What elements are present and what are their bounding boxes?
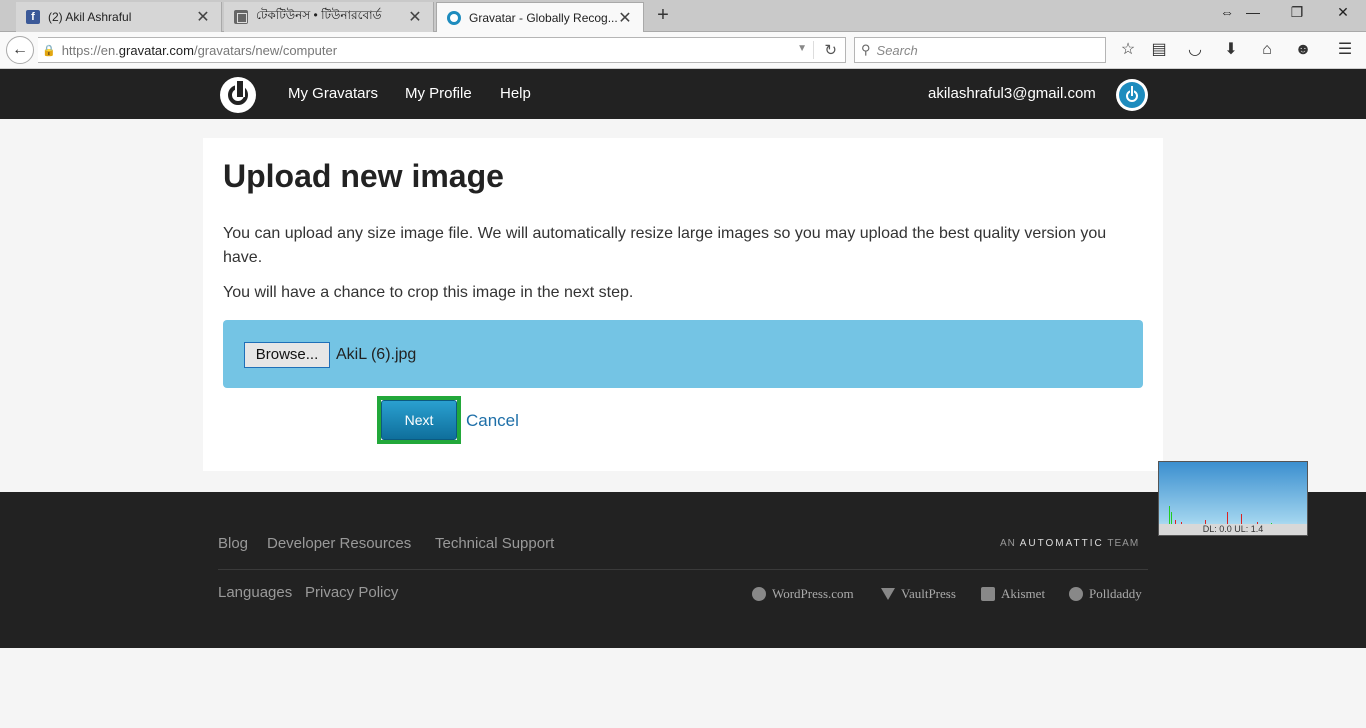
close-icon[interactable]: ✕ xyxy=(407,7,423,27)
new-tab-icon[interactable]: + xyxy=(652,4,674,27)
selected-filename: AkiL (6).jpg xyxy=(336,346,417,363)
menu-icon[interactable]: ☰ xyxy=(1334,39,1356,61)
nav-help[interactable]: Help xyxy=(500,85,531,102)
chevron-down-icon[interactable]: ▼ xyxy=(797,43,807,54)
download-icon[interactable]: ⬇ xyxy=(1220,39,1242,61)
nav-my-gravatars[interactable]: My Gravatars xyxy=(288,85,378,102)
tab-techtunes[interactable]: টেকটিউনস • টিউনারবোর্ড ✕ xyxy=(224,2,434,32)
file-upload-box: Browse... AkiL (6).jpg xyxy=(223,320,1143,388)
url-path: /gravatars/new/computer xyxy=(193,42,338,58)
close-icon[interactable]: ✕ xyxy=(617,8,633,28)
minimize-icon[interactable]: — xyxy=(1240,4,1266,20)
reload-icon[interactable]: ↻ xyxy=(813,41,837,59)
pocket-icon[interactable]: ◡ xyxy=(1184,39,1206,61)
tab-title: টেকটিউনস • টিউনারবোর্ড xyxy=(256,8,382,22)
maximize-icon[interactable]: ❐ xyxy=(1284,4,1310,21)
brand-label: WordPress.com xyxy=(772,586,854,601)
footer-link-technical-support[interactable]: Technical Support xyxy=(435,535,554,552)
crop-note: You will have a chance to crop this imag… xyxy=(223,284,634,301)
browse-button[interactable]: Browse... xyxy=(244,342,330,368)
home-icon[interactable]: ⌂ xyxy=(1256,39,1278,61)
bookmark-star-icon[interactable]: ☆ xyxy=(1117,39,1139,61)
search-input[interactable]: ⚲ Search xyxy=(854,37,1106,63)
tab-title: Gravatar - Globally Recog... xyxy=(469,11,617,25)
avatar[interactable] xyxy=(1116,79,1148,111)
nav-my-profile[interactable]: My Profile xyxy=(405,85,472,102)
brand-label: VaultPress xyxy=(901,586,956,601)
reading-list-icon[interactable]: ▤ xyxy=(1148,39,1170,61)
brand-vaultpress[interactable]: VaultPress xyxy=(881,586,956,602)
brand-label: Akismet xyxy=(1001,586,1046,601)
search-icon: ⚲ xyxy=(861,42,871,57)
url-domain: gravatar.com xyxy=(118,42,194,58)
browser-toolbar: ← 🔒 https://en. gravatar.com/gravatars/ne… xyxy=(0,32,1366,69)
search-placeholder: Search xyxy=(876,42,918,58)
resize-icon[interactable]: ⇔ xyxy=(1214,4,1240,20)
smiley-icon[interactable]: ☻ xyxy=(1292,39,1314,61)
brand-wordpress[interactable]: WordPress.com xyxy=(752,586,854,602)
upload-card: Upload new image You can upload any size… xyxy=(203,138,1163,471)
site-header: My Gravatars My Profile Help akilashrafu… xyxy=(0,69,1366,119)
footer-link-privacy-policy[interactable]: Privacy Policy xyxy=(305,584,398,601)
window-close-icon[interactable]: ✕ xyxy=(1330,4,1356,21)
techtunes-icon xyxy=(234,10,248,24)
automattic-logo[interactable]: AN AUTOMATTIC TEAM xyxy=(1000,538,1139,549)
wordpress-icon xyxy=(752,587,766,601)
avatar-icon xyxy=(1119,82,1145,108)
back-arrow-icon[interactable]: ← xyxy=(6,36,34,64)
brand-label: Polldaddy xyxy=(1089,586,1142,601)
gravatar-logo-icon[interactable] xyxy=(220,77,256,113)
polldaddy-icon xyxy=(1069,587,1083,601)
upload-description: You can upload any size image file. We w… xyxy=(223,225,1107,266)
automattic-name: AUTOMATTIC xyxy=(1019,538,1104,549)
tab-title: (2) Akil Ashraful xyxy=(48,10,132,24)
brand-akismet[interactable]: Akismet xyxy=(981,586,1045,602)
cancel-link[interactable]: Cancel xyxy=(466,411,519,431)
tab-gravatar[interactable]: Gravatar - Globally Recog... ✕ xyxy=(436,2,644,33)
facebook-icon: f xyxy=(26,10,40,24)
footer-link-developer-resources[interactable]: Developer Resources xyxy=(267,535,411,552)
automattic-suffix: TEAM xyxy=(1107,538,1140,549)
footer-link-languages[interactable]: Languages xyxy=(218,584,292,601)
url-prefix: https://en. xyxy=(61,42,119,58)
url-bar[interactable]: 🔒 https://en. gravatar.com/gravatars/new/… xyxy=(38,37,846,63)
page-title: Upload new image xyxy=(223,158,504,194)
gravatar-icon xyxy=(447,11,461,25)
lock-icon: 🔒 xyxy=(42,44,56,57)
brand-polldaddy[interactable]: Polldaddy xyxy=(1069,586,1142,602)
footer-divider xyxy=(218,569,1148,570)
browser-tab-strip: f (2) Akil Ashraful ✕ টেকটিউনস • টিউনারব… xyxy=(0,0,1366,33)
tab-facebook[interactable]: f (2) Akil Ashraful ✕ xyxy=(16,2,222,32)
close-icon[interactable]: ✕ xyxy=(195,7,211,27)
user-email[interactable]: akilashraful3@gmail.com xyxy=(928,85,1096,102)
network-graph xyxy=(1161,502,1305,526)
next-button[interactable]: Next xyxy=(381,400,457,440)
automattic-prefix: AN xyxy=(1000,538,1016,549)
network-meter-widget[interactable]: DL: 0.0 UL: 1.4 xyxy=(1158,461,1308,536)
network-meter-label: DL: 0.0 UL: 1.4 xyxy=(1159,524,1307,535)
footer-link-blog[interactable]: Blog xyxy=(218,535,248,552)
vaultpress-icon xyxy=(881,588,895,600)
akismet-icon xyxy=(981,587,995,601)
